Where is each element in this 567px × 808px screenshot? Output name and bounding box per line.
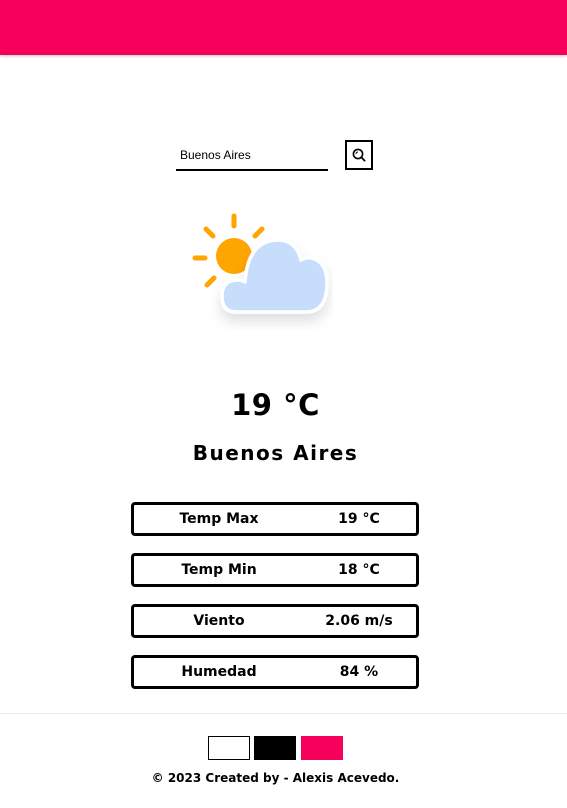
stat-humidity: Humedad 84 % [131,655,419,689]
top-bar [0,0,567,55]
stat-label: Viento [193,613,245,629]
footer-divider [0,713,567,714]
search-icon [352,148,366,162]
stat-value: 84 % [339,664,379,680]
stat-value: 19 °C [338,511,380,527]
stat-label: Temp Max [179,511,259,527]
search-button[interactable] [345,140,373,170]
stat-label: Temp Min [181,562,257,578]
theme-black-button[interactable] [254,736,296,760]
stat-temp-min: Temp Min 18 °C [131,553,419,587]
search-field[interactable] [176,140,328,171]
theme-pink-button[interactable] [301,736,343,760]
stat-temp-max: Temp Max 19 °C [131,502,419,536]
stat-wind: Viento 2.06 m/s [131,604,419,638]
stat-value: 2.06 m/s [325,613,393,629]
theme-white-button[interactable] [208,736,250,760]
current-temperature: 19 °C [231,388,320,422]
footer-credit: © 2023 Created by - Alexis Acevedo. [0,771,551,785]
city-name: Buenos Aires [192,441,359,465]
copyright-icon: © [151,771,164,785]
stat-value: 18 °C [338,562,380,578]
search-input[interactable] [176,140,328,169]
stat-label: Humedad [181,664,257,680]
partly-cloudy-icon [192,213,329,314]
credit-text: 2023 Created by - Alexis Acevedo. [167,771,400,785]
